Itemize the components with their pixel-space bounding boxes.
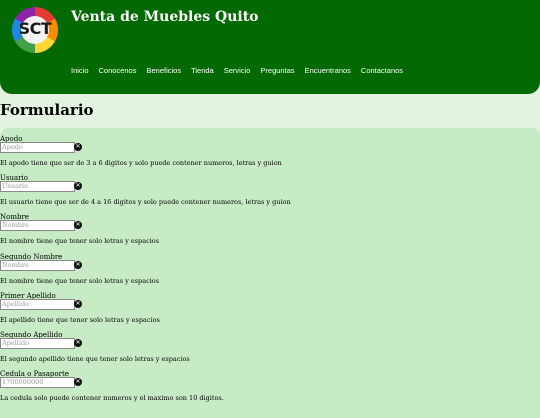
field-hint: El apodo tiene que ser de 3 a 6 digitos … [0, 159, 282, 167]
nav-item-servicio[interactable]: Servicio [224, 66, 251, 75]
field-hint: El segundo apellido tiene que tener solo… [0, 355, 190, 363]
nav-item-preguntas[interactable]: Preguntas [260, 66, 294, 75]
clear-circle-icon[interactable]: ✕ [74, 300, 82, 308]
cedula-input[interactable] [0, 377, 75, 388]
apodo-input[interactable] [0, 142, 75, 153]
field-hint: El apellido tiene que tener solo letras … [0, 316, 160, 324]
nav-item-conocenos[interactable]: Conocenos [99, 66, 137, 75]
site-title: Venta de Muebles Quito [71, 9, 259, 25]
form-title: Formulario [0, 101, 94, 119]
clear-circle-icon[interactable]: ✕ [74, 221, 82, 229]
nombre-input[interactable] [0, 220, 75, 231]
nav-item-tienda[interactable]: Tienda [191, 66, 214, 75]
nav-item-encuentranos[interactable]: Encuentranos [305, 66, 351, 75]
form-panel: Apodo ✕ El apodo tiene que ser de 3 a 6 … [0, 128, 540, 418]
logo-text: SCT [18, 19, 52, 38]
logo[interactable]: SCT [12, 7, 58, 53]
main-nav: Inicio Conocenos Beneficios Tienda Servi… [71, 66, 403, 75]
segundo-apellido-input[interactable] [0, 338, 75, 349]
clear-circle-icon[interactable]: ✕ [74, 339, 82, 347]
nav-item-inicio[interactable]: Inicio [71, 66, 89, 75]
clear-circle-icon[interactable]: ✕ [74, 378, 82, 386]
clear-circle-icon[interactable]: ✕ [74, 182, 82, 190]
nav-item-beneficios[interactable]: Beneficios [146, 66, 181, 75]
clear-circle-icon[interactable]: ✕ [74, 261, 82, 269]
clear-circle-icon[interactable]: ✕ [74, 143, 82, 151]
primer-apellido-input[interactable] [0, 299, 75, 310]
field-hint: El nombre tiene que tener solo letras y … [0, 277, 160, 285]
nav-item-contactanos[interactable]: Contactanos [361, 66, 403, 75]
segundo-nombre-input[interactable] [0, 260, 75, 271]
field-hint: El nombre tiene que tener solo letras y … [0, 237, 160, 245]
field-hint: El usuario tiene que ser de 4 a 16 digit… [0, 198, 291, 206]
site-header: SCT Venta de Muebles Quito Inicio Conoce… [0, 0, 540, 94]
field-hint: La cedula solo puede contener numeros y … [0, 394, 224, 402]
usuario-input[interactable] [0, 181, 75, 192]
